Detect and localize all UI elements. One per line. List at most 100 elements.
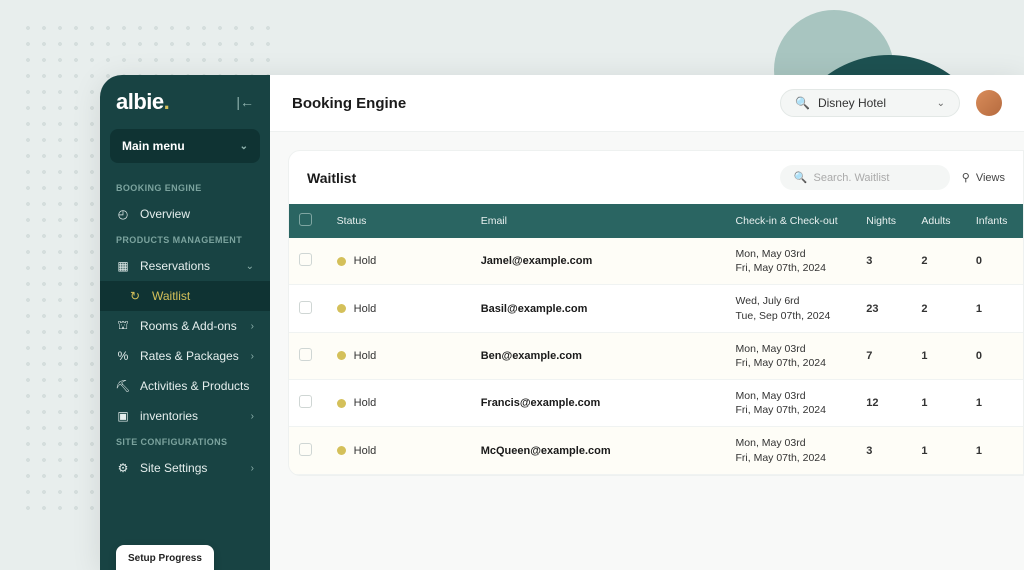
status-value: Hold: [354, 255, 377, 267]
sidebar-item-activities[interactable]: ⛏ Activities & Products: [100, 371, 270, 401]
sidebar-item-rooms[interactable]: ⛫ Rooms & Add-ons ›: [100, 311, 270, 341]
sidebar-item-inventories[interactable]: ▣ inventories ›: [100, 401, 270, 431]
row-checkbox[interactable]: [299, 395, 312, 408]
clock-icon: ↻: [128, 289, 142, 303]
search-input[interactable]: 🔍 Search. Waitlist: [780, 165, 950, 190]
chevron-right-icon: ›: [251, 411, 254, 422]
nights-value: 23: [856, 285, 911, 332]
adults-value: 1: [911, 380, 965, 427]
infants-value: 0: [966, 238, 1023, 285]
status-value: Hold: [354, 397, 377, 409]
nights-value: 3: [856, 427, 911, 474]
gauge-icon: ◴: [116, 207, 130, 221]
infants-value: 0: [966, 332, 1023, 379]
sidebar-item-label: Activities & Products: [140, 379, 249, 393]
column-header-infants[interactable]: Infants: [966, 204, 1023, 238]
basket-icon: ⛏: [116, 379, 130, 393]
sidebar-item-site-settings[interactable]: ⚙ Site Settings ›: [100, 453, 270, 483]
waitlist-card: Waitlist 🔍 Search. Waitlist ⚲ Views: [288, 150, 1024, 476]
sidebar-item-label: Rates & Packages: [140, 349, 239, 363]
table-row[interactable]: HoldMcQueen@example.comMon, May 03rdFri,…: [289, 427, 1023, 474]
table-row[interactable]: HoldFrancis@example.comMon, May 03rdFri,…: [289, 380, 1023, 427]
chevron-right-icon: ›: [251, 463, 254, 474]
calendar-icon: ▦: [116, 259, 130, 273]
chevron-down-icon: ⌄: [937, 98, 945, 109]
select-all-checkbox[interactable]: [299, 213, 312, 226]
sidebar-item-waitlist[interactable]: ↻ Waitlist: [100, 281, 270, 311]
table-row[interactable]: HoldBasil@example.comWed, July 6rdTue, S…: [289, 285, 1023, 332]
search-icon: 🔍: [794, 171, 808, 184]
sidebar-item-label: Reservations: [140, 259, 210, 273]
dates-value: Mon, May 03rdFri, May 07th, 2024: [736, 389, 847, 417]
section-label-booking-engine: BOOKING ENGINE: [100, 177, 270, 199]
brand-logo: albie.: [116, 89, 169, 115]
chevron-down-icon: ⌄: [246, 261, 254, 272]
row-checkbox[interactable]: [299, 301, 312, 314]
adults-value: 2: [911, 238, 965, 285]
adults-value: 1: [911, 332, 965, 379]
status-dot-icon: [337, 304, 346, 313]
dates-value: Wed, July 6rdTue, Sep 07th, 2024: [736, 294, 847, 322]
adults-value: 1: [911, 427, 965, 474]
topbar: Booking Engine 🔍 Disney Hotel ⌄: [270, 75, 1024, 132]
email-value: McQueen@example.com: [481, 445, 611, 457]
main-menu-label: Main menu: [122, 139, 185, 153]
sidebar-item-reservations[interactable]: ▦ Reservations ⌄: [100, 251, 270, 281]
status-dot-icon: [337, 446, 346, 455]
row-checkbox[interactable]: [299, 443, 312, 456]
row-checkbox[interactable]: [299, 348, 312, 361]
main-menu-dropdown[interactable]: Main menu ⌄: [110, 129, 260, 163]
column-header-adults[interactable]: Adults: [911, 204, 965, 238]
status-value: Hold: [354, 303, 377, 315]
search-icon: 🔍: [795, 96, 810, 110]
views-label: Views: [976, 172, 1005, 184]
status-dot-icon: [337, 399, 346, 408]
sidebar-item-rates[interactable]: % Rates & Packages ›: [100, 341, 270, 371]
infants-value: 1: [966, 285, 1023, 332]
sidebar-item-label: inventories: [140, 409, 198, 423]
section-label-site-config: SITE CONFIGURATIONS: [100, 431, 270, 453]
dates-value: Mon, May 03rdFri, May 07th, 2024: [736, 247, 847, 275]
bed-icon: ⛫: [116, 319, 130, 333]
sidebar-item-label: Waitlist: [152, 289, 190, 303]
table-row[interactable]: HoldJamel@example.comMon, May 03rdFri, M…: [289, 238, 1023, 285]
status-value: Hold: [354, 445, 377, 457]
hotel-selector-value: Disney Hotel: [818, 96, 886, 110]
infants-value: 1: [966, 427, 1023, 474]
sidebar-item-label: Site Settings: [140, 461, 207, 475]
card-title: Waitlist: [307, 170, 356, 186]
sidebar-item-label: Rooms & Add-ons: [140, 319, 237, 333]
views-button[interactable]: ⚲ Views: [962, 171, 1005, 184]
chevron-down-icon: ⌄: [240, 141, 248, 152]
section-label-products: PRODUCTS MANAGEMENT: [100, 229, 270, 251]
column-header-nights[interactable]: Nights: [856, 204, 911, 238]
hotel-selector[interactable]: 🔍 Disney Hotel ⌄: [780, 89, 960, 117]
column-header-checkin[interactable]: Check-in & Check-out: [726, 204, 857, 238]
sidebar-item-overview[interactable]: ◴ Overview: [100, 199, 270, 229]
email-value: Ben@example.com: [481, 350, 582, 362]
percent-icon: %: [116, 349, 130, 363]
collapse-sidebar-icon[interactable]: |←: [236, 94, 254, 110]
status-dot-icon: [337, 257, 346, 266]
app-window: albie. |← Main menu ⌄ BOOKING ENGINE ◴ O…: [100, 75, 1024, 570]
nights-value: 7: [856, 332, 911, 379]
gear-icon: ⚙: [116, 461, 130, 475]
infants-value: 1: [966, 380, 1023, 427]
table-row[interactable]: HoldBen@example.comMon, May 03rdFri, May…: [289, 332, 1023, 379]
waitlist-table: Status Email Check-in & Check-out Nights…: [289, 204, 1023, 475]
nights-value: 3: [856, 238, 911, 285]
column-header-email[interactable]: Email: [471, 204, 726, 238]
chevron-right-icon: ›: [251, 321, 254, 332]
setup-progress-badge[interactable]: Setup Progress: [116, 545, 214, 570]
column-header-status[interactable]: Status: [327, 204, 471, 238]
nights-value: 12: [856, 380, 911, 427]
main-content: Booking Engine 🔍 Disney Hotel ⌄ Waitlist…: [270, 75, 1024, 570]
sidebar: albie. |← Main menu ⌄ BOOKING ENGINE ◴ O…: [100, 75, 270, 570]
dates-value: Mon, May 03rdFri, May 07th, 2024: [736, 342, 847, 370]
sidebar-item-label: Overview: [140, 207, 190, 221]
box-icon: ▣: [116, 409, 130, 423]
row-checkbox[interactable]: [299, 253, 312, 266]
chevron-right-icon: ›: [251, 351, 254, 362]
avatar[interactable]: [976, 90, 1002, 116]
search-placeholder: Search. Waitlist: [813, 172, 889, 184]
